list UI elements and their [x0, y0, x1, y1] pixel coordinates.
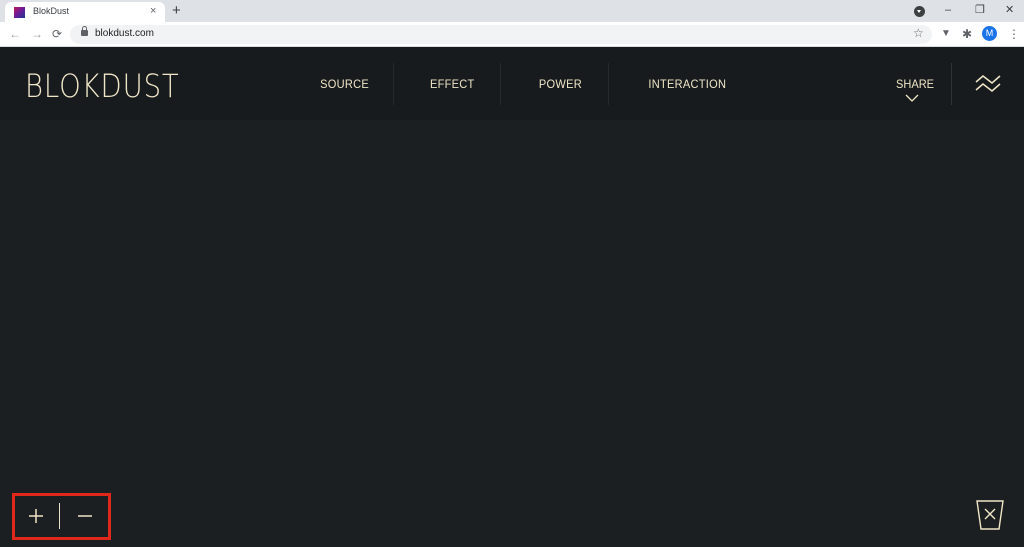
profile-avatar[interactable]: M — [982, 26, 997, 41]
new-tab-button[interactable]: + — [172, 2, 181, 20]
menu-power[interactable]: POWER — [539, 77, 582, 91]
extension-shield-icon[interactable]: ▼ — [941, 26, 951, 42]
zoom-separator — [59, 503, 60, 529]
forward-icon[interactable]: → — [31, 26, 43, 42]
zoom-out-minus-icon[interactable] — [71, 502, 99, 530]
minimize-button[interactable]: – — [945, 3, 951, 17]
tab-search-icon[interactable] — [914, 6, 925, 17]
restore-button[interactable]: ❐ — [975, 3, 985, 17]
address-bar[interactable]: blokdust.com ☆ — [70, 25, 932, 44]
header-divider — [951, 63, 952, 105]
app-header: BLOKDUST SOURCE EFFECT POWER INTERACTION… — [0, 47, 1024, 120]
menu-divider — [393, 63, 394, 105]
blokdust-app[interactable]: BLOKDUST SOURCE EFFECT POWER INTERACTION… — [0, 47, 1024, 547]
browser-tab[interactable]: BlokDust × — [5, 2, 165, 22]
blokdust-favicon-icon — [14, 7, 25, 18]
chevron-down-icon[interactable] — [905, 94, 919, 102]
bookmark-star-icon[interactable]: ☆ — [913, 26, 924, 40]
menu-effect[interactable]: EFFECT — [430, 77, 475, 91]
tab-close-icon[interactable]: × — [150, 5, 156, 17]
browser-toolbar: ← → ⟳ blokdust.com ☆ ▼ ✱ M ⋮ — [0, 22, 1024, 47]
browser-tabstrip: BlokDust × + – ❐ ✕ — [0, 0, 1024, 22]
menu-divider — [608, 63, 609, 105]
reload-icon[interactable]: ⟳ — [52, 26, 62, 42]
lock-icon — [81, 26, 88, 36]
extensions-puzzle-icon[interactable]: ✱ — [962, 26, 972, 42]
app-logo[interactable]: BLOKDUST — [25, 67, 180, 105]
tab-title: BlokDust — [33, 6, 70, 16]
zoom-in-plus-icon[interactable] — [22, 502, 50, 530]
back-icon[interactable]: ← — [9, 26, 21, 42]
menu-divider — [500, 63, 501, 105]
menu-source[interactable]: SOURCE — [320, 77, 369, 91]
url-text: blokdust.com — [95, 28, 154, 39]
share-button[interactable]: SHARE — [896, 77, 934, 91]
trash-icon[interactable] — [975, 499, 1005, 531]
window-close-button[interactable]: ✕ — [1005, 3, 1014, 17]
menu-interaction[interactable]: INTERACTION — [648, 77, 726, 91]
wave-menu-icon[interactable] — [975, 73, 1001, 93]
browser-menu-icon[interactable]: ⋮ — [1008, 26, 1020, 42]
